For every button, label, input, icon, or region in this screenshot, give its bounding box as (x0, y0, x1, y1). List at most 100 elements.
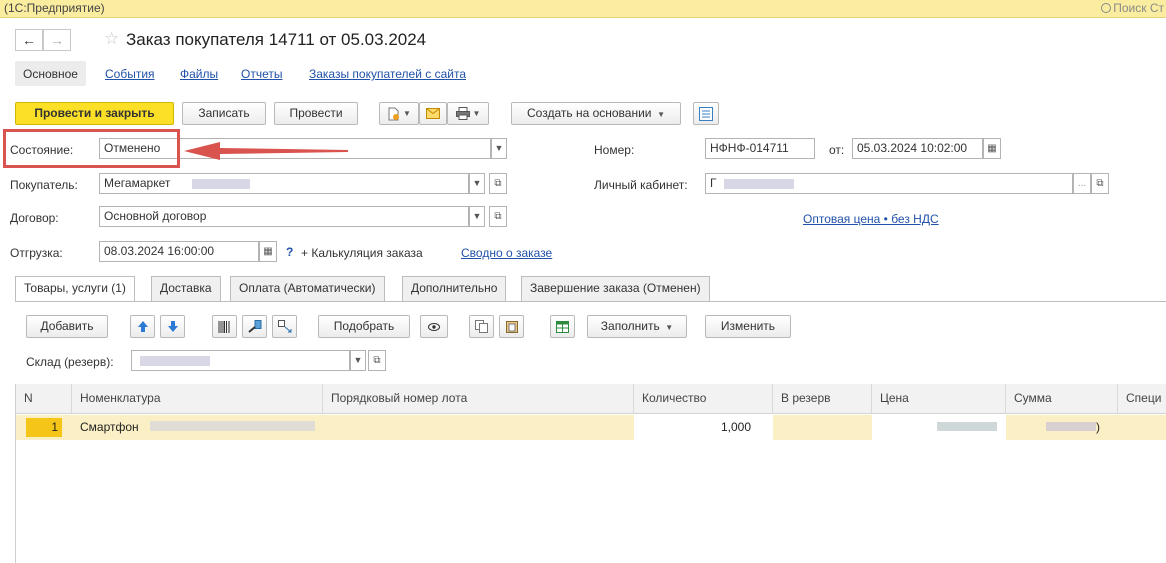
copy-button[interactable] (469, 315, 494, 338)
post-button[interactable]: Провести (274, 102, 358, 125)
personal-cabinet-label: Личный кабинет: (594, 178, 688, 192)
arrow-up-icon (137, 321, 148, 332)
shipment-date-field[interactable]: 08.03.2024 16:00:00 (99, 241, 259, 262)
move-down-button[interactable] (160, 315, 185, 338)
app-title: (1С:Предприятие) (4, 1, 105, 15)
open-link-icon: ⧉ (494, 178, 502, 189)
date-field[interactable]: 05.03.2024 10:02:00 (852, 138, 983, 159)
warehouse-dropdown-button[interactable]: ▼ (350, 350, 366, 371)
split-button[interactable] (272, 315, 297, 338)
redacted-text (724, 179, 794, 189)
contract-field[interactable]: Основной договор (99, 206, 469, 227)
column-header-reserve[interactable]: В резерв (773, 384, 872, 414)
paste-button[interactable] (499, 315, 524, 338)
open-link-icon: ⧉ (494, 211, 502, 222)
buyer-open-button[interactable]: ⧉ (489, 173, 507, 194)
reserve-cell[interactable] (773, 415, 872, 440)
open-link-icon: ⧉ (1096, 178, 1104, 189)
column-header-nomenclature[interactable]: Номенклатура (72, 384, 323, 414)
nav-tab-main[interactable]: Основное (15, 61, 86, 86)
price-cell[interactable] (872, 415, 1006, 440)
arrow-down-icon (167, 321, 178, 332)
nav-link-files[interactable]: Файлы (180, 67, 218, 81)
sum-cell[interactable]: ) (1006, 415, 1118, 440)
lot-number-cell[interactable] (323, 415, 634, 440)
column-header-n[interactable]: N (16, 384, 72, 414)
buyer-label: Покупатель: (10, 178, 78, 192)
chevron-down-icon: ▼ (353, 355, 363, 365)
number-field[interactable]: НФНФ-014711 (705, 138, 815, 159)
tab-delivery[interactable]: Доставка (151, 276, 221, 301)
row-number-cell[interactable]: 1 (26, 418, 62, 437)
arrow-left-icon: ← (22, 32, 36, 48)
tab-goods-services[interactable]: Товары, услуги (1) (15, 276, 135, 302)
column-header-sum[interactable]: Сумма (1006, 384, 1118, 414)
state-dropdown-button[interactable]: ▼ (491, 138, 507, 159)
fill-dropdown-button[interactable]: Заполнить ▼ (587, 315, 687, 338)
warehouse-field[interactable] (131, 350, 350, 371)
barcode-icon (218, 320, 230, 333)
table-row[interactable]: 1 Смартфон 1,000 ) (16, 415, 1166, 440)
warehouse-open-button[interactable]: ⧉ (368, 350, 386, 371)
annotation-arrow (184, 142, 348, 160)
calculation-link[interactable]: + Калькуляция заказа (301, 246, 423, 260)
redacted-text (140, 356, 210, 366)
column-header-lot-number[interactable]: Порядковый номер лота (323, 384, 634, 414)
save-button[interactable]: Записать (182, 102, 266, 125)
contract-dropdown-button[interactable]: ▼ (469, 206, 485, 227)
redacted-text (150, 421, 315, 431)
spreadsheet-icon (556, 320, 569, 333)
date-from-label: от: (829, 143, 845, 157)
add-row-button[interactable]: Добавить (26, 315, 108, 338)
view-button[interactable] (420, 315, 448, 338)
redacted-text (1046, 422, 1096, 431)
column-header-quantity[interactable]: Количество (634, 384, 773, 414)
structure-button[interactable] (693, 102, 719, 125)
forward-button[interactable]: → (43, 29, 71, 51)
envelope-icon (426, 108, 440, 119)
column-header-price[interactable]: Цена (872, 384, 1006, 414)
date-calendar-button[interactable]: ▦ (983, 138, 1001, 159)
contract-open-button[interactable]: ⧉ (489, 206, 507, 227)
help-icon[interactable]: ? (286, 245, 293, 259)
goods-table[interactable]: N Номенклатура Порядковый номер лота Кол… (15, 384, 1166, 563)
column-header-specification[interactable]: Специ (1118, 384, 1166, 414)
price-type-link[interactable]: Оптовая цена • без НДС (803, 212, 939, 226)
order-summary-link[interactable]: Сводно о заказе (461, 246, 552, 260)
tab-order-completion[interactable]: Завершение заказа (Отменен) (521, 276, 710, 301)
personal-cabinet-more-button[interactable]: ... (1073, 173, 1091, 194)
nomenclature-cell[interactable]: Смартфон (80, 415, 330, 440)
highlight-box (3, 129, 180, 168)
tab-divider (15, 301, 1166, 302)
paste-icon (505, 321, 518, 333)
global-search[interactable]: Поиск Ст (1101, 1, 1164, 15)
favorite-star-icon[interactable]: ☆ (104, 29, 119, 49)
tab-additional[interactable]: Дополнительно (402, 276, 507, 301)
print-dropdown[interactable]: ▼ (447, 102, 489, 125)
create-document-dropdown[interactable]: ▼ (379, 102, 419, 125)
personal-cabinet-field[interactable]: Г (705, 173, 1073, 194)
buyer-dropdown-button[interactable]: ▼ (469, 173, 485, 194)
email-button[interactable] (419, 102, 447, 125)
tab-payment[interactable]: Оплата (Автоматически) (230, 276, 385, 301)
quantity-cell[interactable]: 1,000 (634, 415, 773, 440)
move-up-button[interactable] (130, 315, 155, 338)
select-items-button[interactable]: Подобрать (318, 315, 410, 338)
create-based-on-button[interactable]: Создать на основании ▼ (511, 102, 681, 125)
shipment-label: Отгрузка: (10, 246, 63, 260)
barcode-button[interactable] (212, 315, 237, 338)
spreadsheet-button[interactable] (550, 315, 575, 338)
post-and-close-button[interactable]: Провести и закрыть (15, 102, 174, 125)
nav-link-reports[interactable]: Отчеты (241, 67, 282, 81)
back-button[interactable]: ← (15, 29, 43, 51)
calendar-icon: ▦ (987, 143, 997, 154)
buyer-field[interactable]: Мегамаркет (99, 173, 469, 194)
personal-cabinet-open-button[interactable]: ⧉ (1091, 173, 1109, 194)
nav-link-site-orders[interactable]: Заказы покупателей с сайта (309, 67, 466, 81)
nav-link-events[interactable]: События (105, 67, 155, 81)
shipment-calendar-button[interactable]: ▦ (259, 241, 277, 262)
scanner-button[interactable] (242, 315, 267, 338)
change-button[interactable]: Изменить (705, 315, 791, 338)
buyer-value: Мегамаркет (104, 176, 171, 190)
contract-label: Договор: (10, 211, 59, 225)
